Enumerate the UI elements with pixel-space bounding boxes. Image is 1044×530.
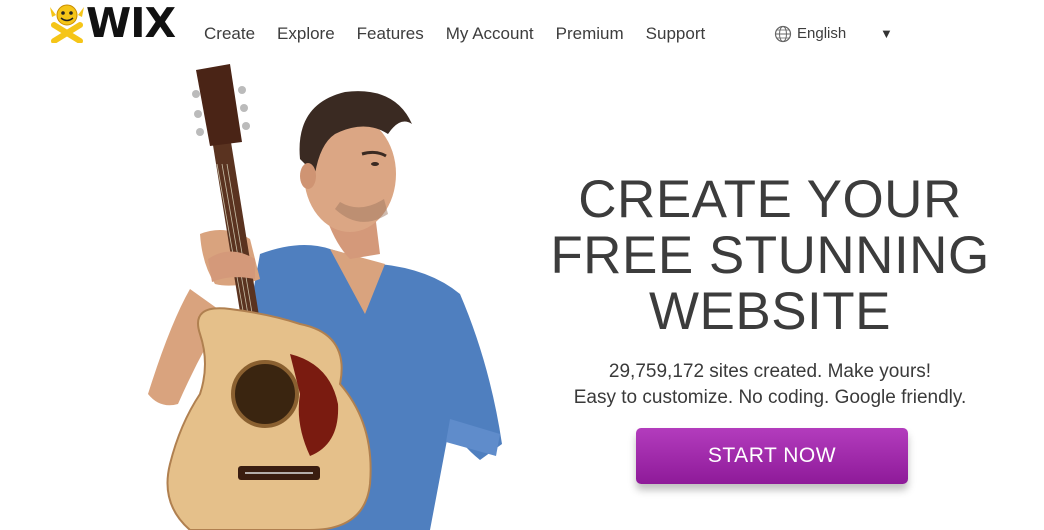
nav-premium[interactable]: Premium (556, 24, 624, 44)
hero-headline: CREATE YOUR FREE STUNNING WEBSITE (540, 172, 1000, 340)
start-now-label: START NOW (707, 444, 837, 467)
language-label: English (797, 25, 847, 42)
start-now-button[interactable]: START NOW (636, 428, 908, 484)
sites-created-stat: 29,759,172 sites created. Make yours! (608, 361, 932, 382)
top-header: WIX Create Explore Features My Account P… (0, 0, 1044, 64)
hero-guitarist-image (148, 64, 502, 530)
nav-support[interactable]: Support (646, 24, 706, 44)
globe-icon (774, 25, 792, 43)
dropdown-caret-icon[interactable]: ▼ (880, 26, 893, 41)
features-tagline: Easy to customize. No coding. Google fri… (573, 387, 967, 408)
nav-explore[interactable]: Explore (277, 24, 335, 44)
headline-line-2: FREE STUNNING (550, 226, 990, 285)
wix-mascot-icon (50, 4, 84, 43)
logo-text: WIX (86, 0, 176, 47)
nav-my-account[interactable]: My Account (446, 24, 534, 44)
nav-create[interactable]: Create (204, 24, 255, 44)
headline-line-3: WEBSITE (648, 282, 892, 341)
language-selector[interactable]: English (774, 25, 846, 43)
main-nav: Create Explore Features My Account Premi… (204, 24, 727, 44)
headline-line-1: CREATE YOUR (578, 170, 962, 229)
nav-features[interactable]: Features (357, 24, 424, 44)
wix-logo[interactable]: WIX (46, 0, 186, 47)
